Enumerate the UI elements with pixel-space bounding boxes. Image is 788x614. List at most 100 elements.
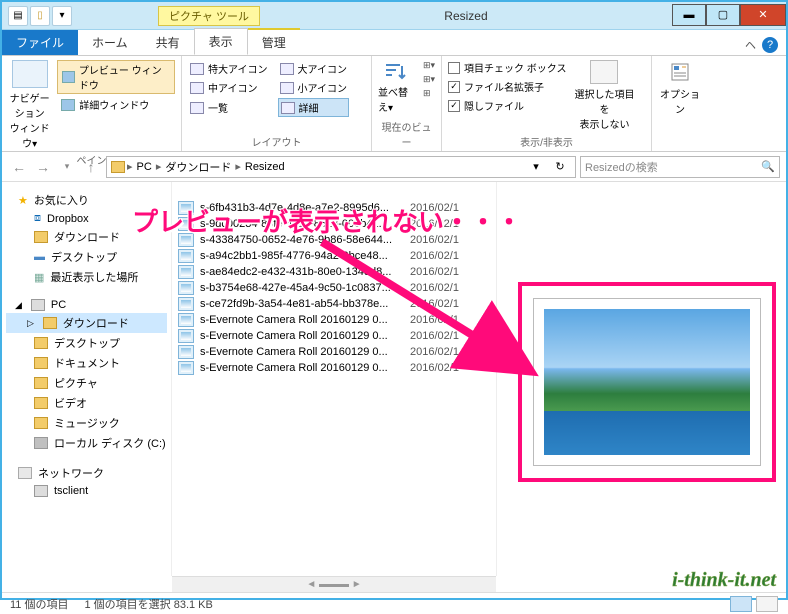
- view-thumbnails-switch[interactable]: [756, 596, 778, 612]
- titlebar: ▤ ▯ ▾ ピクチャ ツール Resized ▬ ▢ ✕: [2, 2, 786, 30]
- file-row[interactable]: s-43384750-0652-4e76-9b86-58e644...2016/…: [172, 232, 496, 248]
- crumb-pc[interactable]: PC: [135, 161, 154, 173]
- desktop-icon: ▬: [34, 251, 45, 263]
- layout-details[interactable]: 詳細: [278, 98, 350, 117]
- layout-medium[interactable]: 中アイコン: [188, 79, 270, 96]
- context-tab-label: ピクチャ ツール: [158, 6, 260, 26]
- size-columns-icon[interactable]: ⊞: [423, 88, 435, 99]
- file-row[interactable]: s-a94c2bb1-985f-4776-94a2-0bce48...2016/…: [172, 248, 496, 264]
- layout-extra-large[interactable]: 特大アイコン: [188, 60, 270, 77]
- tree-expand-icon[interactable]: ▷: [27, 318, 34, 329]
- file-date: 2016/02/1: [410, 234, 480, 246]
- options-button[interactable]: オプション: [658, 60, 702, 116]
- image-file-icon: [178, 281, 194, 295]
- options-icon: [668, 60, 692, 84]
- sidebar-item-pictures[interactable]: ピクチャ: [6, 373, 167, 393]
- tab-home[interactable]: ホーム: [78, 30, 142, 55]
- sidebar-item-documents[interactable]: ドキュメント: [6, 353, 167, 373]
- check-extensions[interactable]: ✓ファイル名拡張子: [448, 79, 566, 94]
- file-row[interactable]: s-b3754e68-427e-45a4-9c50-1c0837...2016/…: [172, 280, 496, 296]
- preview-pane-button[interactable]: プレビュー ウィンドウ: [57, 60, 175, 94]
- image-file-icon: [178, 345, 194, 359]
- ribbon-group-current-view: 並べ替え▾ ⊞▾ ⊞▾ ⊞ 現在のビュー: [372, 56, 442, 151]
- sidebar-item-fav-downloads[interactable]: ダウンロード: [6, 227, 167, 247]
- back-button[interactable]: ←: [8, 156, 30, 178]
- star-icon: ★: [18, 194, 28, 207]
- file-date: 2016/02/1: [410, 218, 480, 230]
- list-icon: [190, 102, 204, 114]
- hide-selected-button[interactable]: 選択した項目を 表示しない: [572, 60, 636, 131]
- sidebar-network[interactable]: ネットワーク: [6, 463, 167, 483]
- tab-file[interactable]: ファイル: [2, 30, 78, 55]
- file-date: 2016/02/1: [410, 266, 480, 278]
- file-row[interactable]: s-ce72fd9b-3a54-4e81-ab54-bb378e...2016/…: [172, 296, 496, 312]
- group-by-icon[interactable]: ⊞▾: [423, 60, 435, 71]
- close-button[interactable]: ✕: [740, 4, 786, 26]
- tree-collapse-icon[interactable]: ◢: [15, 300, 22, 311]
- sidebar-favorites[interactable]: ★お気に入り: [6, 190, 167, 210]
- file-row[interactable]: s-6fb431b3-4d7e-4d8e-a7e2-8995d6...2016/…: [172, 200, 496, 216]
- sidebar-item-music[interactable]: ミュージック: [6, 413, 167, 433]
- status-item-count: 11 個の項目: [10, 596, 68, 612]
- details-pane-button[interactable]: 詳細ウィンドウ: [57, 96, 175, 113]
- breadcrumb-bar[interactable]: ▸ PC ▸ ダウンロード ▸ Resized ▾ ↻: [106, 156, 576, 178]
- folder-icon: [34, 357, 48, 369]
- sidebar-item-videos[interactable]: ビデオ: [6, 393, 167, 413]
- up-button[interactable]: ↑: [80, 156, 102, 178]
- checkbox-icon: [448, 62, 460, 74]
- minimize-button[interactable]: ▬: [672, 4, 706, 26]
- nav-pane-button[interactable]: ナビゲーション ウィンドウ▾: [8, 60, 51, 150]
- check-hidden[interactable]: ✓隠しファイル: [448, 98, 566, 113]
- maximize-button[interactable]: ▢: [706, 4, 740, 26]
- network-icon: [18, 467, 32, 479]
- file-row[interactable]: s-9dc00234-80fe-40bc-8513-000b41...2016/…: [172, 216, 496, 232]
- ribbon-group-layout: 特大アイコン 大アイコン 中アイコン 小アイコン 一覧 詳細 レイアウト: [182, 56, 372, 151]
- sort-label: 並べ替え▾: [378, 84, 413, 114]
- window-controls: ▬ ▢ ✕: [672, 6, 786, 26]
- collapse-ribbon-icon[interactable]: ヘ: [745, 37, 756, 53]
- sidebar-item-desktop[interactable]: デスクトップ: [6, 333, 167, 353]
- preview-pane-icon: [62, 71, 75, 83]
- layout-large[interactable]: 大アイコン: [278, 60, 350, 77]
- file-row[interactable]: s-ae84edc2-e432-431b-80e0-134ed8...2016/…: [172, 264, 496, 280]
- forward-button[interactable]: →: [32, 156, 54, 178]
- file-row[interactable]: s-Evernote Camera Roll 20160129 0...2016…: [172, 360, 496, 376]
- qat-newfolder-icon[interactable]: ▯: [30, 6, 50, 26]
- sidebar-item-tsclient[interactable]: tsclient: [6, 483, 167, 499]
- file-row[interactable]: s-Evernote Camera Roll 20160129 0...2016…: [172, 312, 496, 328]
- tab-share[interactable]: 共有: [142, 30, 194, 55]
- folder-icon: [34, 231, 48, 243]
- file-row[interactable]: s-Evernote Camera Roll 20160129 0...2016…: [172, 328, 496, 344]
- address-dropdown-icon[interactable]: ▾: [525, 160, 547, 173]
- sidebar-item-local-disk[interactable]: ローカル ディスク (C:): [6, 433, 167, 453]
- refresh-icon[interactable]: ↻: [549, 160, 571, 173]
- sidebar-pc[interactable]: ◢PC: [6, 297, 167, 313]
- sidebar-item-recent[interactable]: ▦最近表示した場所: [6, 267, 167, 287]
- sidebar-item-dropbox[interactable]: ⧈Dropbox: [6, 210, 167, 227]
- add-columns-icon[interactable]: ⊞▾: [423, 74, 435, 85]
- horizontal-scrollbar[interactable]: ◄ ▬▬▬ ►: [172, 576, 496, 592]
- file-name: s-43384750-0652-4e76-9b86-58e644...: [200, 234, 410, 246]
- crumb-resized[interactable]: Resized: [243, 161, 287, 173]
- tab-manage[interactable]: 管理: [248, 28, 300, 55]
- sidebar-item-fav-desktop[interactable]: ▬デスクトップ: [6, 247, 167, 267]
- show-hide-group-label: 表示/非表示: [448, 132, 645, 149]
- search-input[interactable]: Resizedの検索 🔍: [580, 156, 780, 178]
- qat-dropdown-icon[interactable]: ▾: [52, 6, 72, 26]
- layout-small[interactable]: 小アイコン: [278, 79, 350, 96]
- recent-dropdown[interactable]: ▾: [56, 156, 78, 178]
- sidebar-item-downloads[interactable]: ▷ダウンロード: [6, 313, 167, 333]
- view-details-switch[interactable]: [730, 596, 752, 612]
- file-list[interactable]: s-6fb431b3-4d7e-4d8e-a7e2-8995d6...2016/…: [172, 182, 496, 576]
- help-icon[interactable]: ?: [762, 37, 778, 53]
- check-item-checkboxes[interactable]: 項目チェック ボックス: [448, 60, 566, 75]
- file-row[interactable]: s-Evernote Camera Roll 20160129 0...2016…: [172, 344, 496, 360]
- tab-view[interactable]: 表示: [194, 28, 248, 55]
- qat-properties-icon[interactable]: ▤: [8, 6, 28, 26]
- layout-list[interactable]: 一覧: [188, 98, 270, 117]
- checkbox-checked-icon: ✓: [448, 100, 460, 112]
- crumb-downloads[interactable]: ダウンロード: [163, 159, 233, 175]
- sort-button[interactable]: 並べ替え▾: [378, 60, 413, 114]
- navigation-sidebar: ★お気に入り ⧈Dropbox ダウンロード ▬デスクトップ ▦最近表示した場所…: [2, 182, 172, 576]
- options-label: オプション: [658, 86, 702, 116]
